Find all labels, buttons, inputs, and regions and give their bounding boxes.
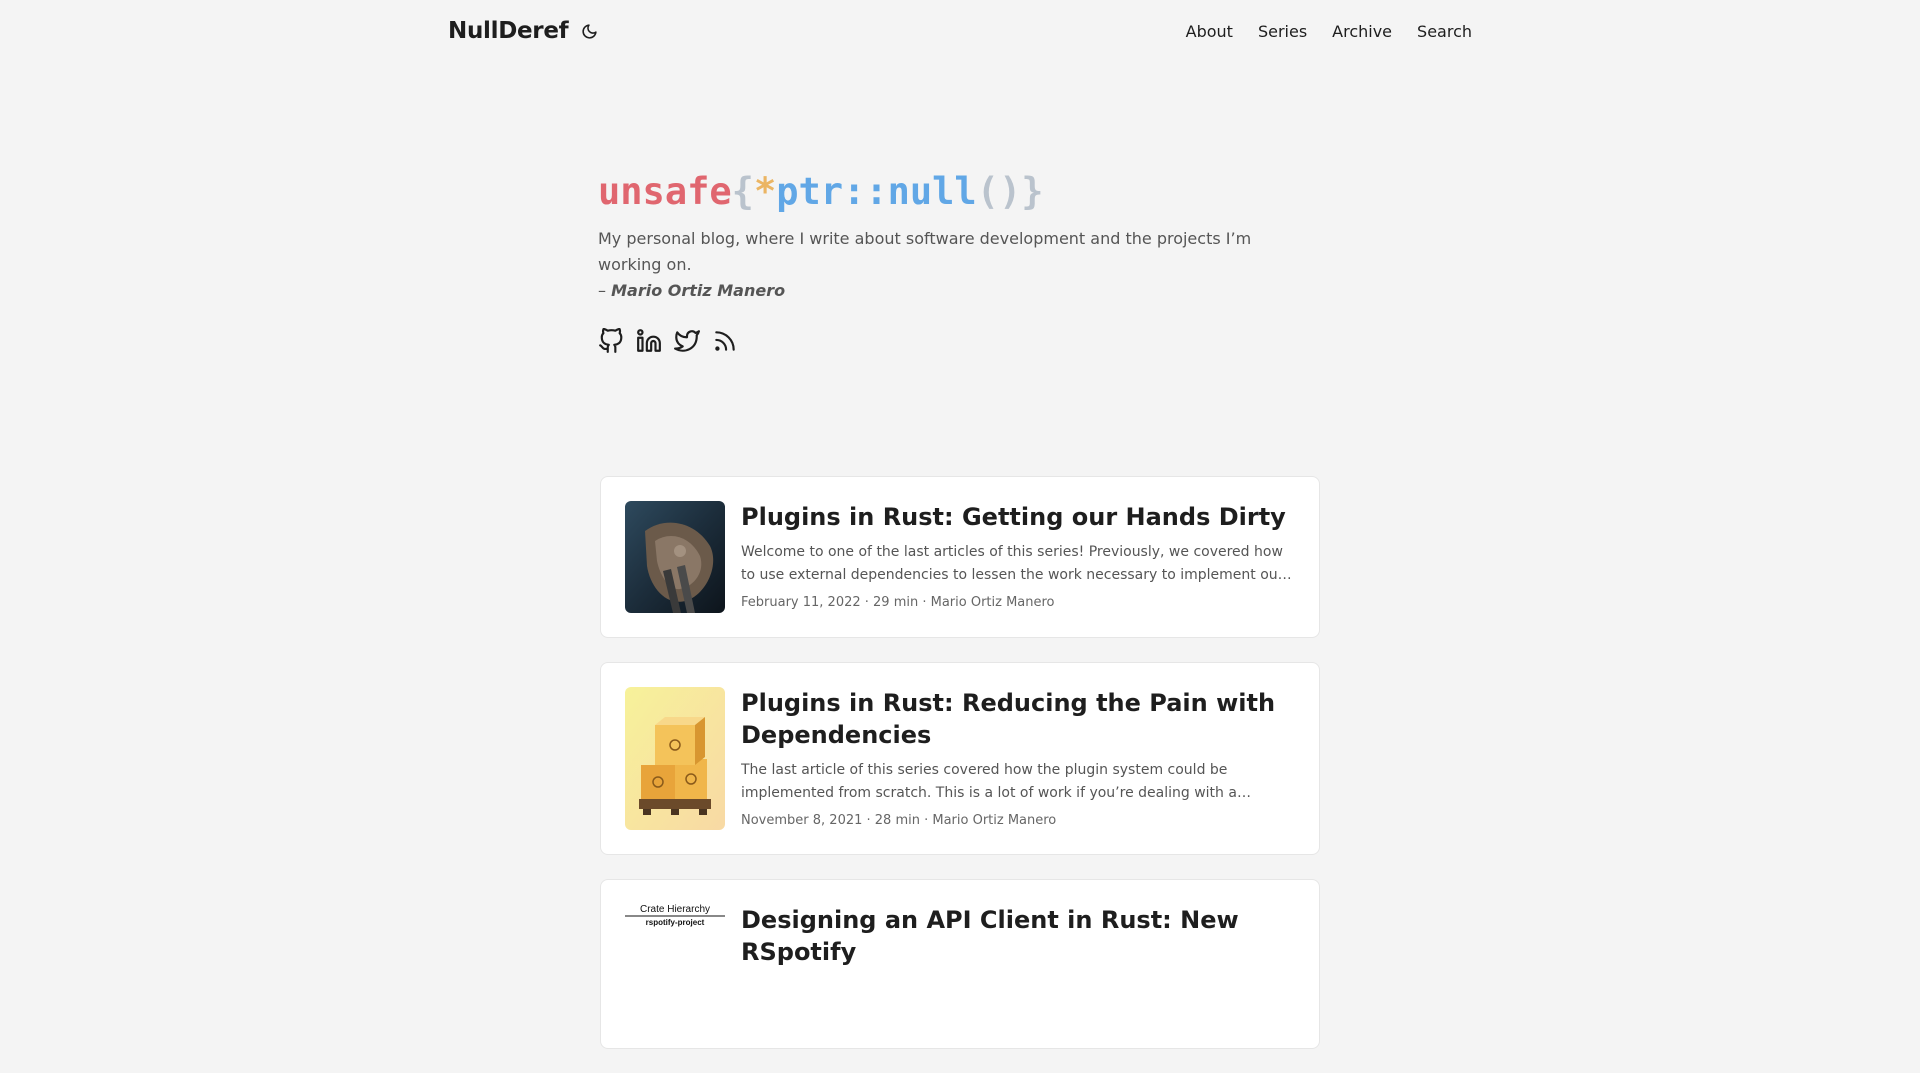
post-body: Designing an API Client in Rust: New RSp… [741,904,1295,1024]
post-title[interactable]: Plugins in Rust: Reducing the Pain with … [741,687,1295,751]
post-body: Plugins in Rust: Reducing the Pain with … [741,687,1295,830]
crate-hierarchy-image: Crate Hierarchy rspotify-project [625,904,725,1024]
github-icon[interactable] [598,328,624,354]
moon-icon[interactable] [580,22,598,40]
thumb-heading: Crate Hierarchy [640,904,710,915]
title-open-brace: { [731,170,754,213]
post-card[interactable]: Crate Hierarchy rspotify-project Designi… [600,879,1320,1049]
post-excerpt: The last article of this series covered … [741,762,1237,801]
title-keyword: unsafe [598,170,732,213]
nav-about[interactable]: About [1186,22,1233,41]
hero-title: unsafe{*ptr::null()} [598,170,1298,214]
author-prefix: – [598,281,612,301]
post-list: Plugins in Rust: Getting our Hands Dirty… [600,476,1320,1073]
twitter-icon[interactable] [674,328,700,354]
post-meta: November 8, 2021 · 28 min · Mario Ortiz … [741,813,1057,828]
hero-author-line: – Mario Ortiz Manero [598,278,1298,304]
main-nav: About Series Archive Search [1186,22,1472,41]
title-asterisk: * [753,170,777,213]
post-thumbnail [625,687,725,830]
post-card[interactable]: Plugins in Rust: Getting our Hands Dirty… [600,476,1320,638]
post-excerpt: Welcome to one of the last articles of t… [741,544,1284,583]
title-close-brace: } [1021,170,1044,213]
title-parens: () [976,170,1022,213]
post-meta: February 11, 2022 · 29 min · Mario Ortiz… [741,595,1055,610]
linkedin-icon[interactable] [636,328,662,354]
nav-series[interactable]: Series [1258,22,1307,41]
dirty-hands-image [625,501,725,613]
title-path: ptr::null [776,170,977,213]
nav-archive[interactable]: Archive [1332,22,1392,41]
author-name: Mario Ortiz Manero [611,281,786,301]
thumb-subheading: rspotify-project [646,918,705,927]
brand: NullDeref [448,18,598,44]
post-thumbnail [625,501,725,613]
social-links [598,328,1298,354]
nav-search[interactable]: Search [1417,22,1472,41]
post-card[interactable]: Plugins in Rust: Reducing the Pain with … [600,662,1320,855]
hero-description: My personal blog, where I write about so… [598,229,1252,275]
hero: unsafe{*ptr::null()} My personal blog, w… [598,170,1298,354]
site-header: NullDeref About Series Archive Search [448,0,1472,62]
post-body: Plugins in Rust: Getting our Hands Dirty… [741,501,1295,613]
post-title[interactable]: Plugins in Rust: Getting our Hands Dirty [741,501,1295,533]
post-title[interactable]: Designing an API Client in Rust: New RSp… [741,904,1295,968]
crates-image [625,687,725,830]
rss-icon[interactable] [712,328,738,354]
site-logo[interactable]: NullDeref [448,18,569,44]
post-thumbnail: Crate Hierarchy rspotify-project [625,904,725,1024]
